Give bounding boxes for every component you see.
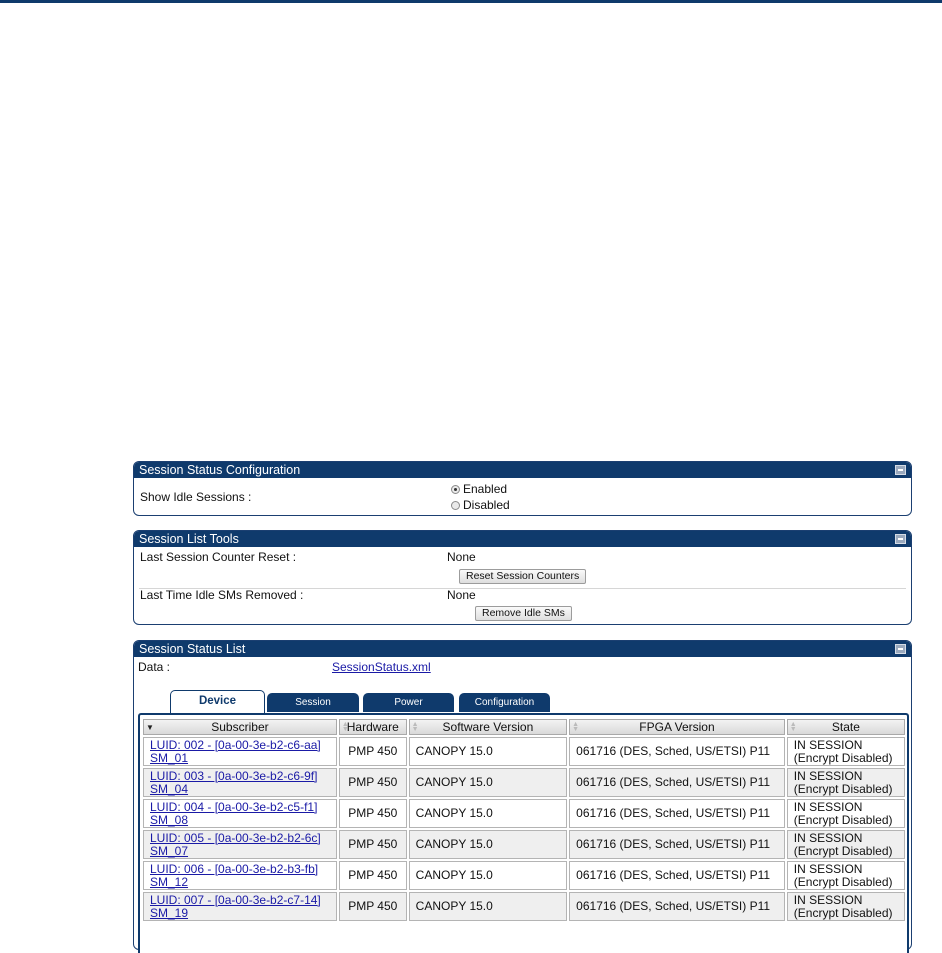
subscriber-cell: LUID: 006 - [0a-00-3e-b2-b3-fb] SM_12 bbox=[143, 861, 337, 890]
panel-title: Session List Tools bbox=[139, 532, 239, 546]
state-cell: IN SESSION (Encrypt Disabled) bbox=[786, 892, 905, 921]
hardware-cell: PMP 450 bbox=[338, 892, 407, 921]
radio-enabled-icon[interactable] bbox=[451, 484, 460, 494]
last-session-counter-reset-value: None bbox=[447, 550, 476, 564]
hardware-cell: PMP 450 bbox=[338, 861, 407, 890]
software-version-cell: CANOPY 15.0 bbox=[408, 799, 568, 828]
top-border-bar bbox=[0, 0, 942, 3]
panel-title: Session Status List bbox=[139, 642, 246, 656]
remove-idle-sms-button[interactable]: Remove Idle SMs bbox=[475, 606, 572, 621]
subscriber-link[interactable]: LUID: 002 - [0a-00-3e-b2-c6-aa] SM_01 bbox=[150, 738, 321, 765]
session-status-xml-link[interactable]: SessionStatus.xml bbox=[332, 660, 431, 674]
panel-title: Session Status Configuration bbox=[139, 463, 301, 477]
subscriber-cell: LUID: 003 - [0a-00-3e-b2-c6-9f] SM_04 bbox=[143, 768, 337, 797]
table-row: LUID: 007 - [0a-00-3e-b2-c7-14] SM_19 PMP… bbox=[143, 892, 905, 921]
sort-icon: ▲ ▼ bbox=[572, 721, 580, 733]
software-version-cell: CANOPY 15.0 bbox=[408, 861, 568, 890]
reset-session-counters-button[interactable]: Reset Session Counters bbox=[459, 569, 587, 584]
fpga-version-cell: 061716 (DES, Sched, US/ETSI) P11 bbox=[569, 799, 785, 828]
state-cell: IN SESSION (Encrypt Disabled) bbox=[786, 799, 905, 828]
tab-power[interactable]: Power bbox=[363, 693, 454, 712]
column-header-state[interactable]: ▲ ▼ State bbox=[786, 719, 905, 735]
table-row: LUID: 002 - [0a-00-3e-b2-c6-aa] SM_01 PMP… bbox=[143, 737, 905, 766]
subscriber-link[interactable]: LUID: 006 - [0a-00-3e-b2-b3-fb] SM_12 bbox=[150, 862, 318, 889]
fpga-version-cell: 061716 (DES, Sched, US/ETSI) P11 bbox=[569, 892, 785, 921]
session-status-configuration-panel: Session Status Configuration Show Idle S… bbox=[133, 461, 912, 516]
radio-disabled-icon[interactable] bbox=[451, 500, 460, 510]
tab-device[interactable]: Device bbox=[170, 690, 265, 713]
column-header-software-version[interactable]: ▲ ▼ Software Version bbox=[408, 719, 568, 735]
subscriber-cell: LUID: 004 - [0a-00-3e-b2-c5-f1] SM_08 bbox=[143, 799, 337, 828]
panel-header: Session List Tools bbox=[134, 531, 911, 547]
panel-header: Session Status List bbox=[134, 641, 911, 657]
hardware-cell: PMP 450 bbox=[338, 768, 407, 797]
subscriber-cell: LUID: 002 - [0a-00-3e-b2-c6-aa] SM_01 bbox=[143, 737, 337, 766]
session-table-container: ▼ Subscriber ▲ ▼ Hardware ▲ ▼ Software Ver… bbox=[138, 713, 909, 953]
table-row: LUID: 005 - [0a-00-3e-b2-b2-6c] SM_07 PMP… bbox=[143, 830, 905, 859]
show-idle-sessions-label: Show Idle Sessions : bbox=[140, 490, 252, 504]
table-row: LUID: 003 - [0a-00-3e-b2-c6-9f] SM_04 PMP… bbox=[143, 768, 905, 797]
subscriber-link[interactable]: LUID: 004 - [0a-00-3e-b2-c5-f1] SM_08 bbox=[150, 800, 317, 827]
tab-session[interactable]: Session bbox=[267, 693, 359, 712]
radio-disabled[interactable]: Disabled bbox=[451, 498, 510, 512]
subscriber-link[interactable]: LUID: 003 - [0a-00-3e-b2-c6-9f] SM_04 bbox=[150, 769, 317, 796]
collapse-icon[interactable] bbox=[895, 465, 906, 475]
last-idle-removed-label: Last Time Idle SMs Removed : bbox=[140, 588, 304, 602]
fpga-version-cell: 061716 (DES, Sched, US/ETSI) P11 bbox=[569, 737, 785, 766]
software-version-cell: CANOPY 15.0 bbox=[408, 830, 568, 859]
data-label: Data : bbox=[138, 660, 171, 674]
column-header-subscriber[interactable]: ▼ Subscriber bbox=[143, 719, 337, 735]
sort-desc-icon: ▼ bbox=[146, 723, 154, 732]
panel-header: Session Status Configuration bbox=[134, 462, 911, 478]
session-table: ▼ Subscriber ▲ ▼ Hardware ▲ ▼ Software Ver… bbox=[141, 717, 907, 923]
last-idle-removed-value: None bbox=[447, 588, 476, 602]
sort-icon: ▲ ▼ bbox=[789, 721, 797, 733]
software-version-cell: CANOPY 15.0 bbox=[408, 768, 568, 797]
radio-enabled-label: Enabled bbox=[463, 482, 508, 496]
table-row: LUID: 006 - [0a-00-3e-b2-b3-fb] SM_12 PMP… bbox=[143, 861, 905, 890]
collapse-icon[interactable] bbox=[895, 534, 906, 544]
software-version-cell: CANOPY 15.0 bbox=[408, 737, 568, 766]
subscriber-link[interactable]: LUID: 007 - [0a-00-3e-b2-c7-14] SM_19 bbox=[150, 893, 321, 920]
last-session-counter-reset-label: Last Session Counter Reset : bbox=[140, 550, 297, 564]
hardware-cell: PMP 450 bbox=[338, 737, 407, 766]
state-cell: IN SESSION (Encrypt Disabled) bbox=[786, 830, 905, 859]
subscriber-link[interactable]: LUID: 005 - [0a-00-3e-b2-b2-6c] SM_07 bbox=[150, 831, 321, 858]
sort-icon: ▲ ▼ bbox=[341, 721, 349, 733]
radio-enabled[interactable]: Enabled bbox=[451, 482, 507, 496]
table-row: LUID: 004 - [0a-00-3e-b2-c5-f1] SM_08 PMP… bbox=[143, 799, 905, 828]
session-list-tools-panel: Session List Tools Last Session Counter … bbox=[133, 530, 912, 625]
sort-icon: ▲ ▼ bbox=[411, 721, 419, 733]
radio-disabled-label: Disabled bbox=[463, 498, 510, 512]
fpga-version-cell: 061716 (DES, Sched, US/ETSI) P11 bbox=[569, 830, 785, 859]
column-header-fpga-version[interactable]: ▲ ▼ FPGA Version bbox=[569, 719, 785, 735]
fpga-version-cell: 061716 (DES, Sched, US/ETSI) P11 bbox=[569, 861, 785, 890]
subscriber-cell: LUID: 007 - [0a-00-3e-b2-c7-14] SM_19 bbox=[143, 892, 337, 921]
state-cell: IN SESSION (Encrypt Disabled) bbox=[786, 861, 905, 890]
software-version-cell: CANOPY 15.0 bbox=[408, 892, 568, 921]
hardware-cell: PMP 450 bbox=[338, 799, 407, 828]
column-header-hardware[interactable]: ▲ ▼ Hardware bbox=[338, 719, 407, 735]
collapse-icon[interactable] bbox=[895, 644, 906, 654]
session-status-list-panel: Session Status List Data : SessionStatus… bbox=[133, 640, 912, 953]
tab-configuration[interactable]: Configuration bbox=[459, 693, 550, 712]
hardware-cell: PMP 450 bbox=[338, 830, 407, 859]
subscriber-cell: LUID: 005 - [0a-00-3e-b2-b2-6c] SM_07 bbox=[143, 830, 337, 859]
fpga-version-cell: 061716 (DES, Sched, US/ETSI) P11 bbox=[569, 768, 785, 797]
state-cell: IN SESSION (Encrypt Disabled) bbox=[786, 737, 905, 766]
state-cell: IN SESSION (Encrypt Disabled) bbox=[786, 768, 905, 797]
